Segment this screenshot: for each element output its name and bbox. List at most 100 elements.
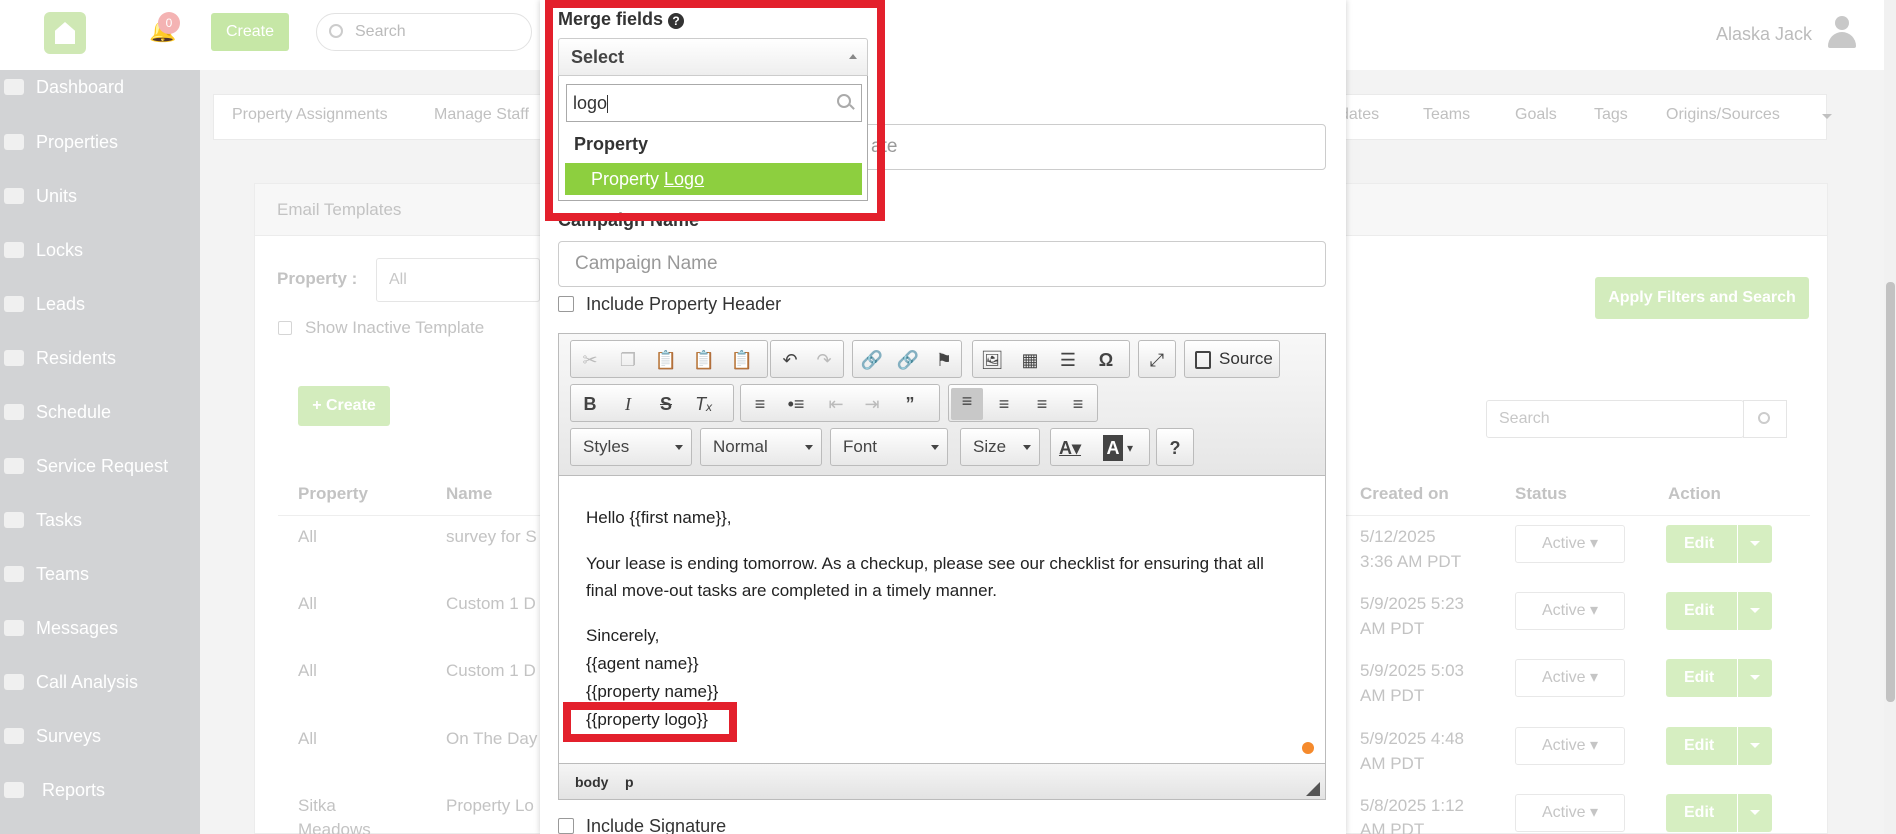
- resize-handle-icon[interactable]: [1306, 782, 1320, 796]
- sidebar-item-teams[interactable]: Teams: [0, 559, 200, 589]
- col-name[interactable]: Name: [446, 484, 492, 504]
- cell-name: survey for S: [446, 527, 537, 546]
- chevron-down-icon[interactable]: [1750, 810, 1760, 815]
- table-icon[interactable]: ▦: [1017, 347, 1043, 373]
- undo-icon[interactable]: ↶: [777, 347, 803, 373]
- property-filter-select[interactable]: All: [376, 258, 540, 302]
- tab-property-assignments[interactable]: Property Assignments: [232, 106, 388, 124]
- size-dropdown[interactable]: Size: [960, 428, 1040, 466]
- sidebar-item-properties[interactable]: Properties: [0, 127, 200, 157]
- campaign-name-input[interactable]: Campaign Name: [558, 241, 1326, 287]
- indent-icon[interactable]: ⇥: [859, 391, 885, 417]
- edit-button[interactable]: Edit: [1666, 794, 1772, 832]
- align-right-icon[interactable]: ≡: [1029, 391, 1055, 417]
- copy-icon[interactable]: ❐: [615, 347, 641, 373]
- blockquote-icon[interactable]: ”: [897, 391, 923, 417]
- path-body[interactable]: body: [575, 774, 608, 790]
- users-icon: [4, 350, 24, 366]
- remove-format-icon[interactable]: Tₓ: [691, 391, 717, 417]
- tab-teams[interactable]: Teams: [1423, 106, 1470, 124]
- tabs-more-chevron-icon[interactable]: [1822, 114, 1832, 119]
- image-icon[interactable]: 🖼: [979, 347, 1005, 373]
- cut-icon[interactable]: ✂: [577, 347, 603, 373]
- numbered-list-icon[interactable]: ≡: [747, 391, 773, 417]
- align-center-icon[interactable]: ≡: [991, 391, 1017, 417]
- paste-word-icon[interactable]: 📋: [729, 347, 755, 373]
- col-status[interactable]: Status: [1515, 484, 1567, 504]
- sidebar-item-surveys[interactable]: Surveys: [0, 721, 200, 751]
- font-dropdown[interactable]: Font: [830, 428, 948, 466]
- chevron-down-icon[interactable]: ▾: [1127, 441, 1133, 455]
- text-color-icon[interactable]: A▾: [1057, 435, 1083, 461]
- sidebar-item-service-request[interactable]: Service Request: [0, 451, 200, 481]
- include-header-checkbox[interactable]: [558, 296, 574, 312]
- status-dropdown[interactable]: Active ▾: [1515, 727, 1625, 765]
- chevron-down-icon[interactable]: [1750, 743, 1760, 748]
- table-search-button[interactable]: [1743, 400, 1787, 438]
- user-name[interactable]: Alaska Jack: [1716, 24, 1812, 45]
- styles-dropdown[interactable]: Styles: [570, 428, 692, 466]
- tab-manage-staff[interactable]: Manage Staff: [434, 106, 529, 124]
- sidebar-item-reports[interactable]: Reports: [0, 775, 200, 805]
- tab-origins-sources[interactable]: Origins/Sources: [1666, 106, 1780, 124]
- horizontal-line-icon[interactable]: ☰: [1055, 347, 1081, 373]
- col-action[interactable]: Action: [1668, 484, 1721, 504]
- maximize-icon[interactable]: ⤢: [1144, 347, 1170, 373]
- col-created-on[interactable]: Created on: [1360, 484, 1449, 504]
- agent-name-token: {{agent name}}: [586, 654, 699, 673]
- format-dropdown[interactable]: Normal: [700, 428, 822, 466]
- redo-icon[interactable]: ↷: [811, 347, 837, 373]
- sidebar-item-dashboard[interactable]: Dashboard: [0, 72, 200, 102]
- chevron-down-icon[interactable]: [1750, 608, 1760, 613]
- tab-goals[interactable]: Goals: [1515, 106, 1557, 124]
- notification-badge: 0: [158, 12, 180, 34]
- align-justify-icon[interactable]: ≡: [1065, 391, 1091, 417]
- strikethrough-icon[interactable]: S: [653, 391, 679, 417]
- background-color-icon[interactable]: A: [1103, 435, 1123, 461]
- app-logo[interactable]: [44, 12, 86, 54]
- chevron-down-icon[interactable]: [1750, 541, 1760, 546]
- sidebar-item-tasks[interactable]: Tasks: [0, 505, 200, 535]
- link-icon[interactable]: 🔗: [859, 347, 885, 373]
- status-dropdown[interactable]: Active ▾: [1515, 592, 1625, 630]
- create-button[interactable]: Create: [211, 13, 289, 51]
- status-dropdown[interactable]: Active ▾: [1515, 794, 1625, 832]
- source-button[interactable]: Source: [1184, 340, 1280, 378]
- global-search-input[interactable]: Search: [316, 13, 532, 51]
- outdent-icon[interactable]: ⇤: [823, 391, 849, 417]
- help-icon[interactable]: ?: [1162, 435, 1188, 461]
- path-p[interactable]: p: [625, 774, 634, 790]
- sidebar-item-messages[interactable]: Messages: [0, 613, 200, 643]
- include-signature-checkbox[interactable]: [558, 818, 574, 834]
- paste-text-icon[interactable]: 📋: [691, 347, 717, 373]
- special-char-icon[interactable]: Ω: [1093, 347, 1119, 373]
- sidebar-item-units[interactable]: Units: [0, 181, 200, 211]
- unlink-icon[interactable]: 🔗: [895, 347, 921, 373]
- italic-icon[interactable]: I: [615, 391, 641, 417]
- sidebar-item-leads[interactable]: Leads: [0, 289, 200, 319]
- col-property[interactable]: Property: [298, 484, 368, 504]
- page-scrollbar-thumb[interactable]: [1886, 282, 1895, 702]
- align-left-icon[interactable]: ≡: [951, 388, 983, 420]
- bulleted-list-icon[interactable]: •≡: [783, 391, 809, 417]
- sidebar-item-call-analysis[interactable]: Call Analysis: [0, 667, 200, 697]
- anchor-flag-icon[interactable]: ⚑: [931, 347, 957, 373]
- chevron-down-icon[interactable]: [1750, 675, 1760, 680]
- create-template-button[interactable]: + Create: [298, 386, 390, 426]
- tab-tags[interactable]: Tags: [1594, 106, 1628, 124]
- bold-icon[interactable]: B: [577, 391, 603, 417]
- show-inactive-checkbox[interactable]: [278, 321, 292, 335]
- user-avatar-icon[interactable]: [1828, 16, 1856, 48]
- table-search-input[interactable]: Search: [1486, 400, 1744, 438]
- edit-button[interactable]: Edit: [1666, 592, 1772, 630]
- status-dropdown[interactable]: Active ▾: [1515, 659, 1625, 697]
- edit-button[interactable]: Edit: [1666, 727, 1772, 765]
- status-dropdown[interactable]: Active ▾: [1515, 525, 1625, 563]
- paste-icon[interactable]: 📋: [653, 347, 679, 373]
- apply-filters-button[interactable]: Apply Filters and Search: [1595, 277, 1809, 319]
- edit-button[interactable]: Edit: [1666, 525, 1772, 563]
- sidebar-item-locks[interactable]: Locks: [0, 235, 200, 265]
- edit-button[interactable]: Edit: [1666, 659, 1772, 697]
- sidebar-item-residents[interactable]: Residents: [0, 343, 200, 373]
- sidebar-item-schedule[interactable]: Schedule: [0, 397, 200, 427]
